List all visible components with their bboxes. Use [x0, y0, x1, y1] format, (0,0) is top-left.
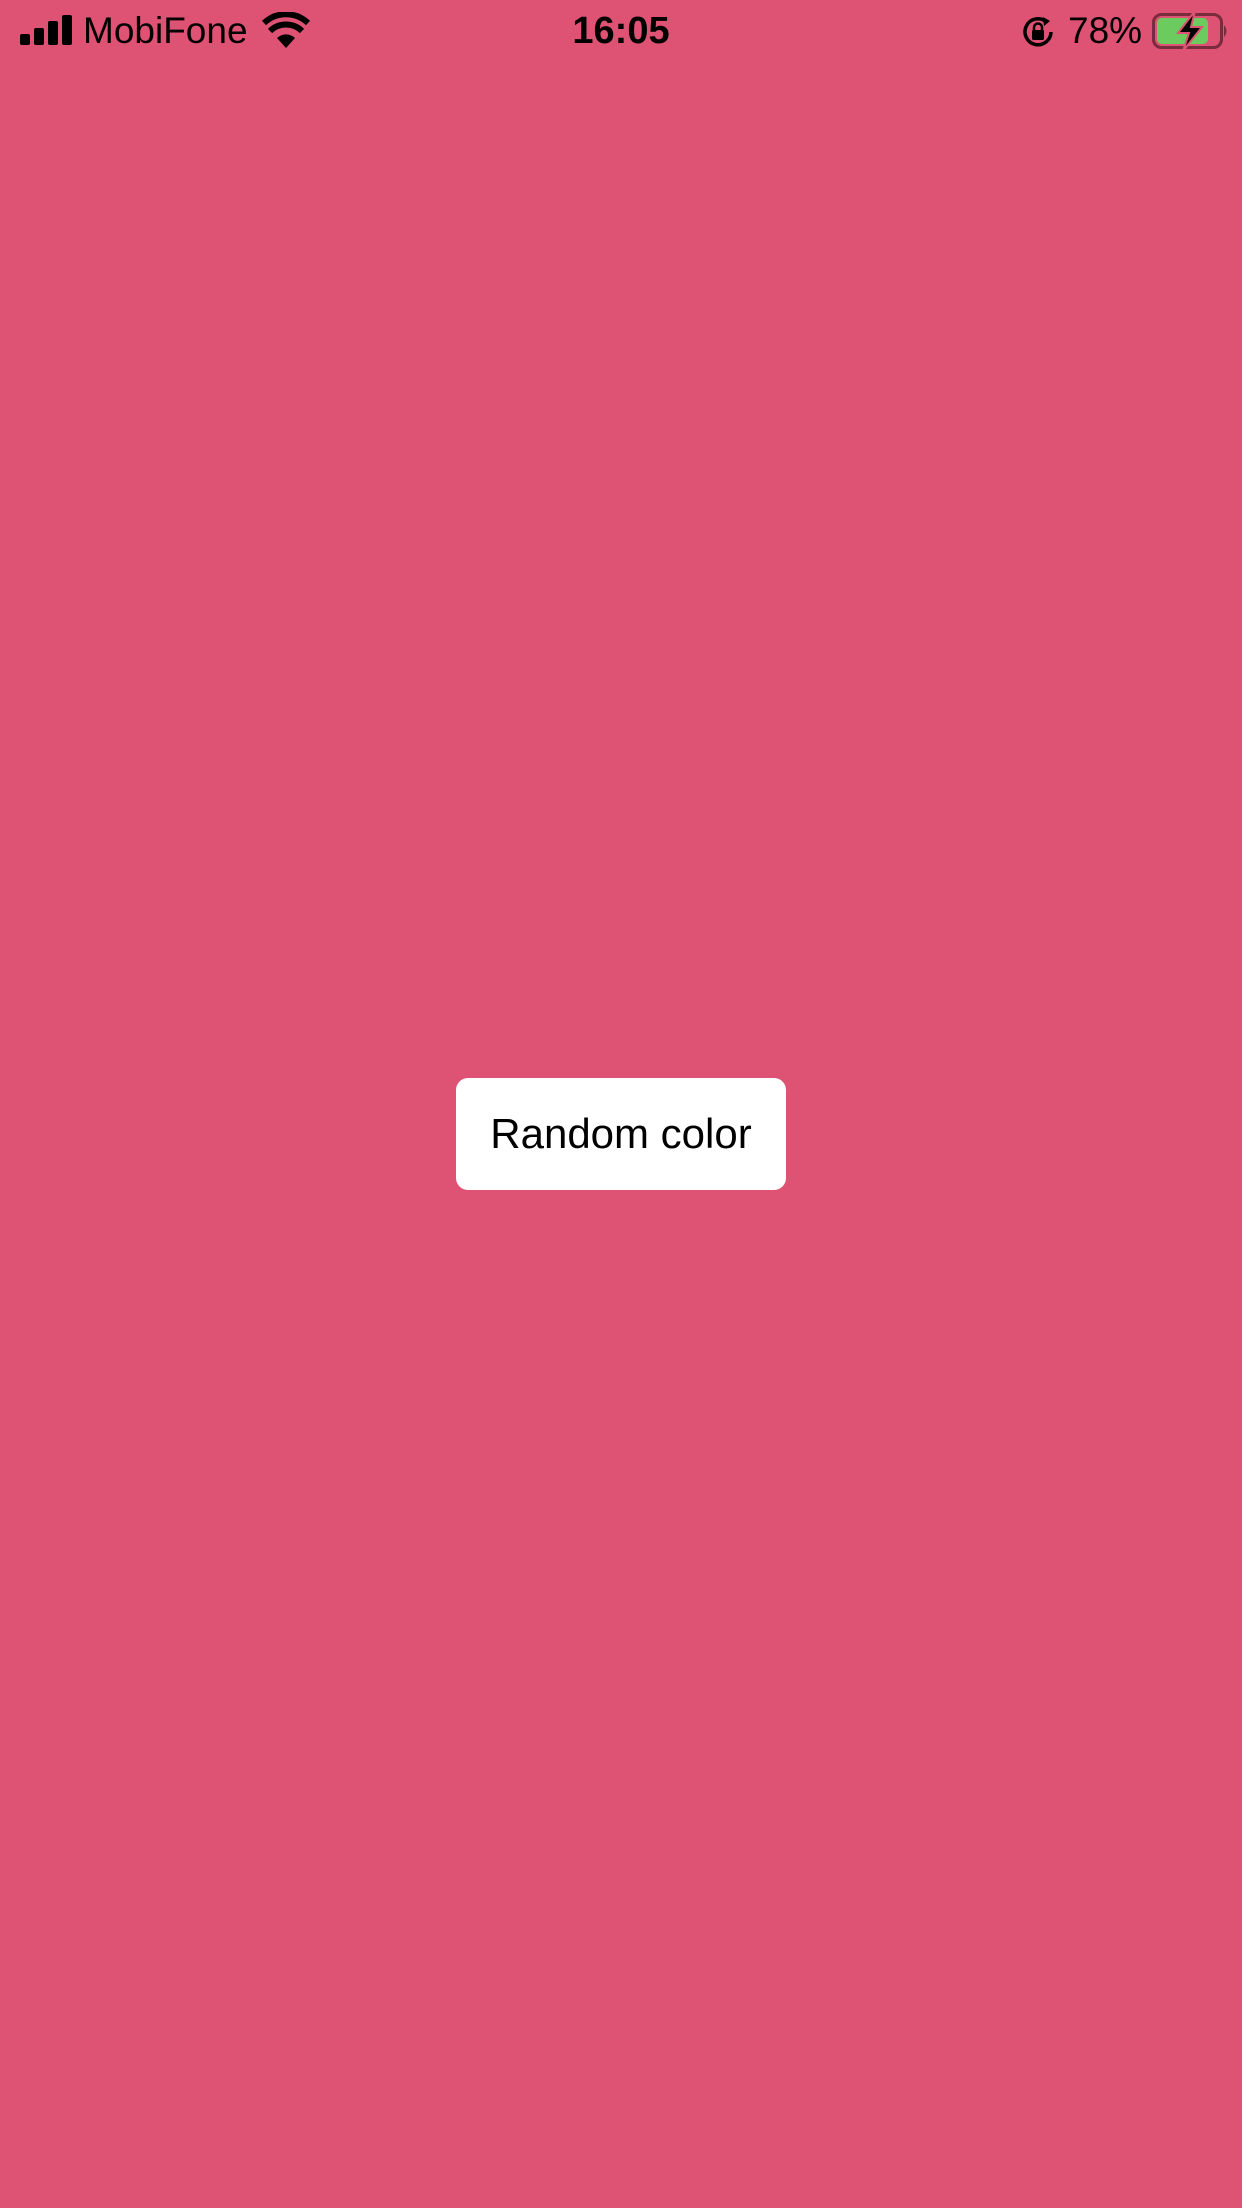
battery-percent: 78%: [1068, 10, 1143, 51]
battery-charging-icon: [1152, 13, 1227, 49]
app-screen: MobiFone 16:05 78% Random color: [0, 0, 1242, 2208]
random-color-button[interactable]: Random color: [456, 1078, 786, 1190]
rotation-lock-icon: [1023, 17, 1053, 47]
status-bar: MobiFone 16:05 78%: [0, 0, 1242, 62]
